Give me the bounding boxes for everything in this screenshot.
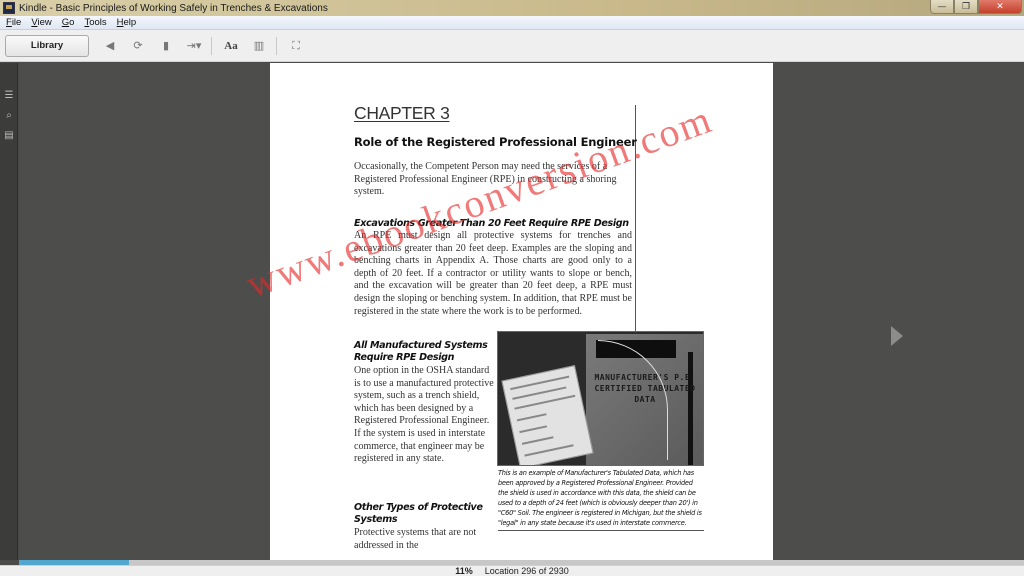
search-icon[interactable]: ⌕ bbox=[0, 105, 18, 125]
panel-stripe bbox=[688, 352, 693, 465]
library-button[interactable]: Library bbox=[5, 34, 89, 57]
goto-icon[interactable]: ⇥▾ bbox=[181, 35, 207, 57]
sheet-line bbox=[516, 413, 547, 422]
tabulated-data-sheet bbox=[501, 365, 594, 465]
chapter-title: CHAPTER 3 bbox=[354, 103, 450, 123]
next-page-arrow-icon[interactable] bbox=[891, 326, 903, 346]
title-bar: Kindle - Basic Principles of Working Saf… bbox=[0, 0, 1024, 16]
minimize-button[interactable]: — bbox=[930, 0, 954, 14]
close-button[interactable]: ✕ bbox=[978, 0, 1022, 14]
toolbar: Library ◀ ⟳ ▮ ⇥▾ Aa ▥ ⛶ bbox=[0, 30, 1024, 62]
paragraph-excavations: An RPE must design all protective system… bbox=[354, 230, 632, 317]
menu-bar: File View Go Tools Help bbox=[0, 16, 1024, 30]
sync-icon[interactable]: ⟳ bbox=[125, 35, 151, 57]
back-icon[interactable]: ◀ bbox=[97, 35, 123, 57]
menu-file[interactable]: File bbox=[6, 17, 21, 28]
kindle-app-icon bbox=[3, 2, 15, 14]
figure-caption: This is an example of Manufacturer's Tab… bbox=[498, 468, 704, 531]
sheet-line bbox=[521, 436, 554, 445]
sheet-line bbox=[524, 444, 574, 457]
left-rail: ☰ ⌕ ▤ bbox=[0, 63, 18, 560]
section-heading: Role of the Registered Professional Engi… bbox=[354, 135, 637, 149]
menu-go[interactable]: Go bbox=[62, 17, 75, 28]
columns-icon[interactable]: ▥ bbox=[246, 35, 272, 57]
fullscreen-icon[interactable]: ⛶ bbox=[283, 35, 309, 57]
window-title: Kindle - Basic Principles of Working Saf… bbox=[19, 2, 328, 14]
subheading-excavations: Excavations Greater Than 20 Feet Require… bbox=[354, 218, 629, 229]
toolbar-divider bbox=[211, 36, 212, 55]
font-settings-icon[interactable]: Aa bbox=[218, 35, 244, 57]
notes-icon[interactable]: ▤ bbox=[0, 125, 18, 145]
paragraph-other-systems: Protective systems that are not addresse… bbox=[354, 527, 477, 551]
location-indicator: Location 296 of 2930 bbox=[484, 566, 569, 576]
status-bar: 11% Location 296 of 2930 bbox=[0, 565, 1024, 576]
restore-button[interactable]: ❐ bbox=[954, 0, 978, 14]
table-of-contents-icon[interactable]: ☰ bbox=[0, 85, 18, 105]
progress-percent: 11% bbox=[455, 566, 473, 576]
menu-view[interactable]: View bbox=[31, 17, 51, 28]
menu-tools[interactable]: Tools bbox=[84, 17, 106, 28]
intro-paragraph: Occasionally, the Competent Person may n… bbox=[354, 161, 617, 198]
sheet-line bbox=[519, 425, 548, 434]
subheading-manufactured-systems: All Manufactured Systems Require RPE Des… bbox=[354, 340, 488, 363]
subheading-other-systems: Other Types of Protective Systems bbox=[354, 502, 483, 525]
toolbar-divider bbox=[276, 36, 277, 55]
book-page: CHAPTER 3 Role of the Registered Profess… bbox=[270, 63, 773, 560]
menu-help[interactable]: Help bbox=[117, 17, 137, 28]
tabulated-data-photo: MANUFACTURER'S P.E. CERTIFIED TABULATED … bbox=[497, 331, 704, 466]
paragraph-manufactured-systems: One option in the OSHA standard is to us… bbox=[354, 365, 494, 465]
bookmark-icon[interactable]: ▮ bbox=[153, 35, 179, 57]
window-controls: — ❐ ✕ bbox=[930, 0, 1022, 15]
